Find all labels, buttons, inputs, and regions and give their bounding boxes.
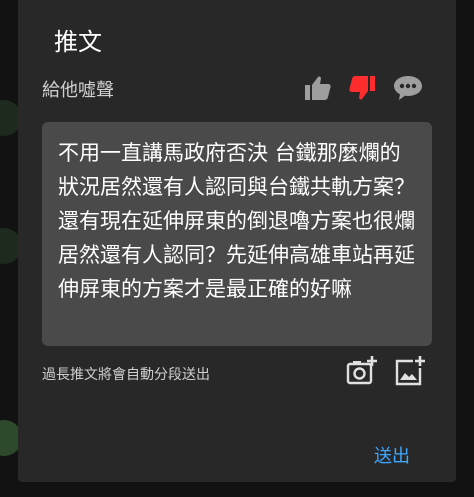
image-plus-icon[interactable] [394, 355, 426, 387]
camera-plus-icon[interactable] [346, 355, 378, 387]
comment-dialog: 推文 給他噓聲 不用一直講馬政府否決 台鐵那麼爛的狀況居然還有人認同與台鐵共軌方… [18, 0, 456, 482]
thumbs-up-icon[interactable] [302, 72, 334, 104]
hint-text: 過長推文將會自動分段送出 [42, 367, 210, 383]
chat-bubble-icon[interactable] [392, 72, 424, 104]
comment-type-label: 給他噓聲 [42, 80, 114, 101]
thumbs-down-icon[interactable] [346, 72, 378, 104]
send-button[interactable]: 送出 [374, 442, 410, 468]
dialog-title: 推文 [54, 28, 102, 56]
comment-input[interactable]: 不用一直講馬政府否決 台鐵那麼爛的狀況居然還有人認同與台鐵共軌方案？還有現在延伸… [42, 122, 432, 346]
